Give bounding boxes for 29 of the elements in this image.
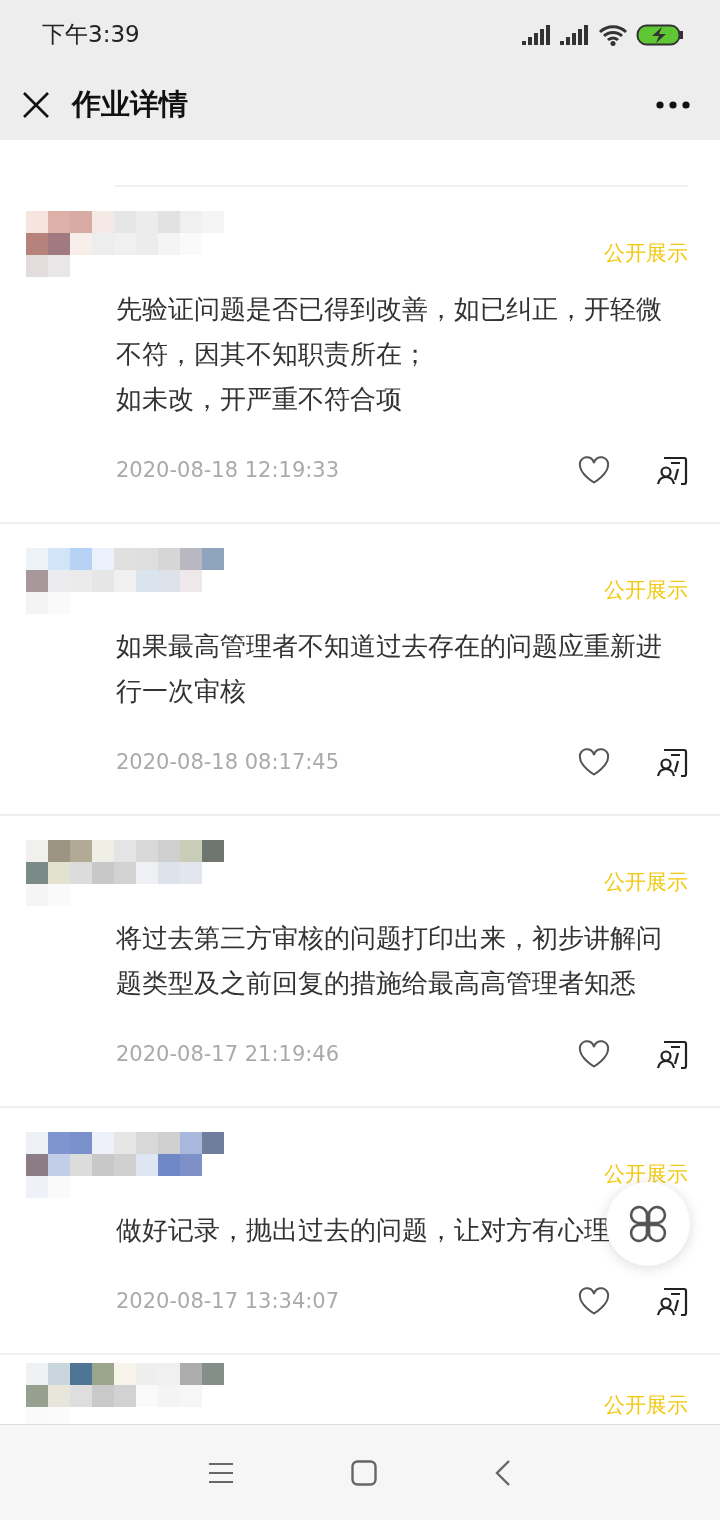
comment-time: 2020-08-18 12:19:33 bbox=[116, 457, 341, 482]
home-button[interactable] bbox=[351, 1459, 377, 1486]
menu-icon[interactable] bbox=[209, 1461, 233, 1484]
status-time: 下午3:39 bbox=[42, 20, 141, 50]
like-button[interactable] bbox=[578, 1286, 610, 1315]
comment-text: 如未改，开严重不符合项 bbox=[116, 382, 403, 416]
like-button[interactable] bbox=[578, 747, 610, 776]
page-title: 作业详情 bbox=[72, 85, 189, 123]
more-button[interactable] bbox=[656, 100, 690, 109]
comment-text: 做好记录，抛出过去的问题，让对方有心理 bbox=[116, 1213, 611, 1247]
visibility-label: 公开展示 bbox=[604, 1391, 688, 1419]
like-button[interactable] bbox=[578, 455, 610, 484]
wifi-icon bbox=[598, 23, 628, 46]
comment-time: 2020-08-17 21:19:46 bbox=[116, 1041, 341, 1066]
signal-icon bbox=[522, 24, 552, 45]
comment-time: 2020-08-18 08:17:45 bbox=[116, 749, 341, 774]
comment-text: 先验证问题是否已得到改善，如已纠正，开轻微不符，因其不知职责所在； bbox=[116, 292, 663, 371]
like-button[interactable] bbox=[578, 1039, 610, 1068]
visibility-label: 公开展示 bbox=[604, 576, 688, 604]
visibility-label: 公开展示 bbox=[604, 239, 688, 267]
visibility-label: 公开展示 bbox=[604, 868, 688, 896]
visibility-label: 公开展示 bbox=[604, 1160, 688, 1188]
comment-text: 如果最高管理者不知道过去存在的问题应重新进行一次审核 bbox=[116, 629, 663, 708]
comment-text: 将过去第三方审核的问题打印出来，初步讲解问题类型及之前回复的措施给最高高管理者知悉 bbox=[116, 921, 663, 1000]
close-button[interactable] bbox=[22, 90, 50, 119]
comment-time: 2020-08-17 13:34:07 bbox=[116, 1288, 341, 1313]
battery-icon bbox=[636, 23, 684, 46]
signal-icon bbox=[560, 24, 590, 45]
back-button[interactable] bbox=[495, 1458, 511, 1487]
